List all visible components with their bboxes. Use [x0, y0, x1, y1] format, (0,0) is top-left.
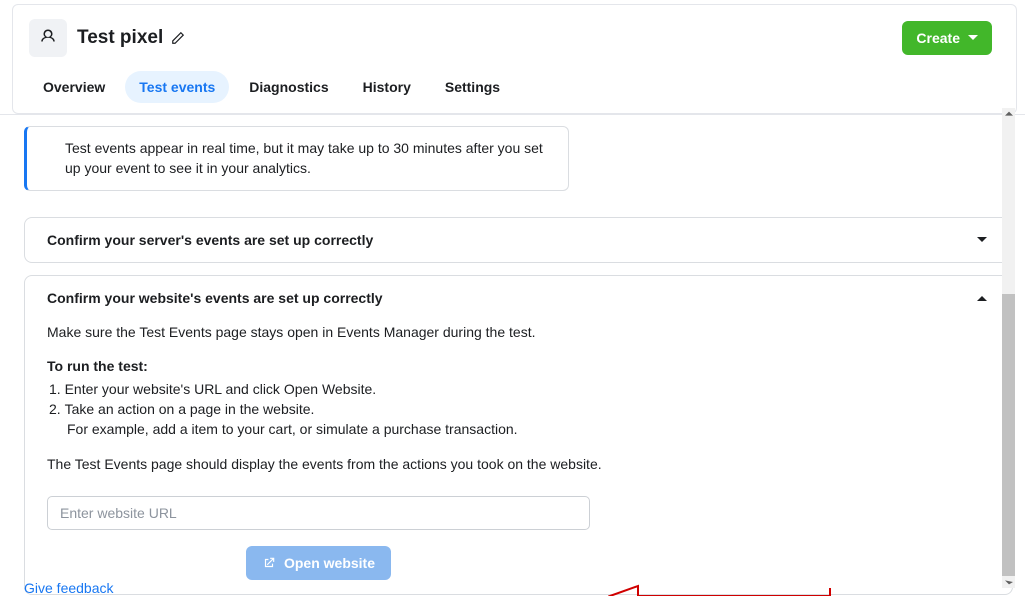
intro-text: Make sure the Test Events page stays ope…	[47, 322, 990, 342]
scroll-down-button[interactable]	[1002, 576, 1015, 588]
tab-history[interactable]: History	[349, 71, 425, 103]
website-events-title: Confirm your website's events are set up…	[47, 290, 383, 306]
chevron-down-icon	[974, 232, 990, 248]
result-text: The Test Events page should display the …	[47, 454, 990, 474]
create-button[interactable]: Create	[902, 21, 992, 55]
test-steps: Enter your website's URL and click Open …	[49, 379, 990, 420]
server-events-title: Confirm your server's events are set up …	[47, 232, 373, 248]
tabs: Overview Test events Diagnostics History…	[13, 57, 1016, 113]
create-button-label: Create	[916, 30, 960, 46]
chevron-up-icon	[974, 290, 990, 306]
chevron-down-icon	[968, 33, 978, 43]
website-url-input[interactable]	[47, 496, 590, 530]
tab-diagnostics[interactable]: Diagnostics	[235, 71, 342, 103]
give-feedback-link[interactable]: Give feedback	[24, 580, 114, 596]
open-website-label: Open website	[284, 555, 375, 571]
tab-test-events[interactable]: Test events	[125, 71, 229, 103]
page-title: Test pixel	[77, 27, 163, 49]
website-events-section: Confirm your website's events are set up…	[24, 275, 1013, 595]
step-1: Enter your website's URL and click Open …	[49, 379, 990, 399]
open-website-button[interactable]: Open website	[246, 546, 391, 580]
server-events-section: Confirm your server's events are set up …	[24, 217, 1013, 263]
scroll-up-button[interactable]	[1002, 108, 1015, 120]
tab-settings[interactable]: Settings	[431, 71, 514, 103]
run-test-label: To run the test:	[47, 356, 990, 376]
step-2: Take an action on a page in the website.	[49, 399, 990, 419]
website-events-header[interactable]: Confirm your website's events are set up…	[47, 290, 990, 306]
info-text: Test events appear in real time, but it …	[65, 139, 552, 178]
external-link-icon	[262, 556, 276, 570]
header: Test pixel Create	[13, 5, 1016, 57]
pixel-logo-box	[29, 19, 67, 57]
step-2-detail: For example, add a item to your cart, or…	[67, 419, 990, 439]
info-card: Test events appear in real time, but it …	[24, 126, 569, 191]
tab-overview[interactable]: Overview	[29, 71, 119, 103]
edit-icon[interactable]	[171, 31, 185, 45]
server-events-header[interactable]: Confirm your server's events are set up …	[47, 232, 990, 248]
pixel-icon	[39, 28, 57, 49]
website-events-body: Make sure the Test Events page stays ope…	[47, 322, 990, 580]
scrollbar-thumb[interactable]	[1002, 294, 1015, 584]
